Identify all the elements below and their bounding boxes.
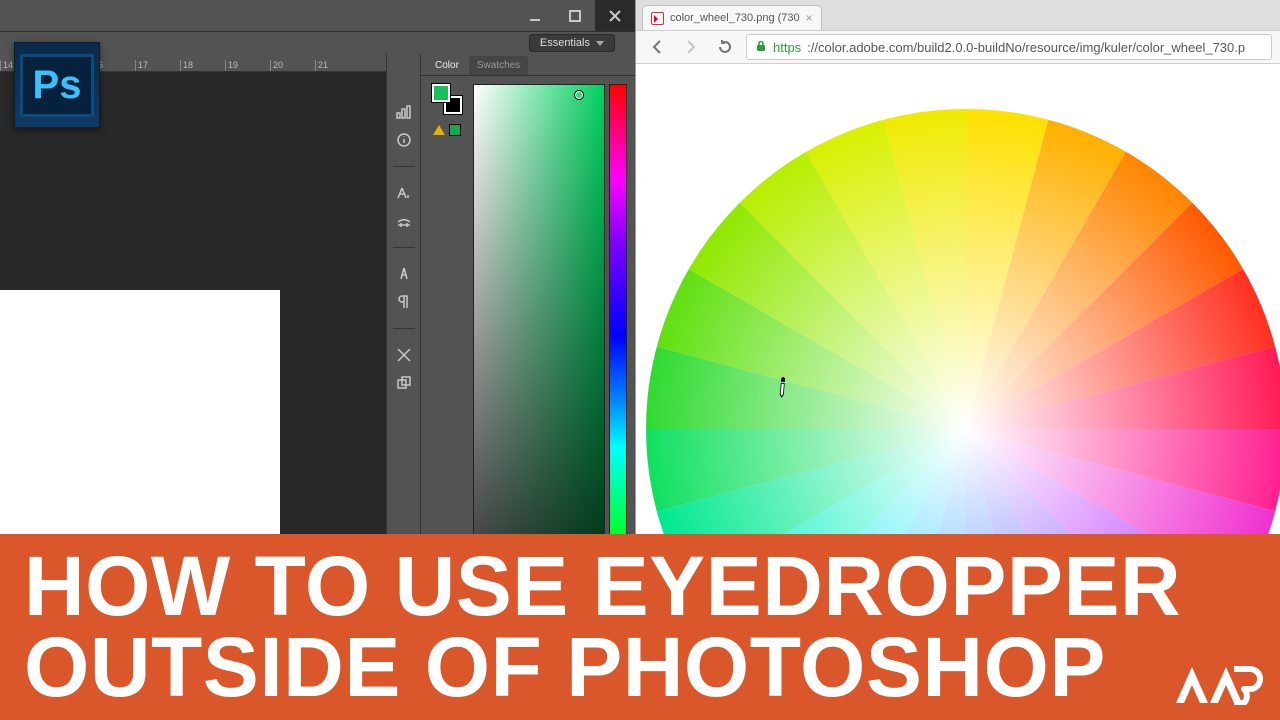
crossed-tools-icon[interactable]: [390, 343, 418, 367]
tab-title: color_wheel_730.png (730: [670, 12, 800, 24]
window-titlebar: [0, 0, 635, 32]
chevron-down-icon: [596, 41, 604, 46]
tab-color[interactable]: Color: [427, 56, 467, 75]
workspace-label: Essentials: [540, 37, 590, 49]
gamut-swatch: [449, 124, 461, 136]
photoshop-logo: Ps: [14, 42, 100, 128]
gamut-warning[interactable]: [433, 124, 461, 136]
brush-settings-icon[interactable]: [390, 209, 418, 233]
browser-tab[interactable]: color_wheel_730.png (730 ×: [642, 5, 822, 30]
title-banner: HOW TO USE EYEDROPPER OUTSIDE OF PHOTOSH…: [0, 534, 1280, 720]
reload-button[interactable]: [712, 34, 738, 60]
clone-source-icon[interactable]: [390, 371, 418, 395]
warning-icon: [433, 125, 445, 135]
minimize-button[interactable]: [515, 0, 555, 31]
url-field[interactable]: https ://color.adobe.com/build2.0.0-build…: [746, 34, 1272, 60]
histogram-icon[interactable]: [390, 100, 418, 124]
lock-icon: [755, 40, 767, 55]
para-style-icon[interactable]: [390, 290, 418, 314]
forward-button[interactable]: [678, 34, 704, 60]
char-style-icon[interactable]: [390, 262, 418, 286]
maximize-button[interactable]: [555, 0, 595, 31]
url-rest: ://color.adobe.com/build2.0.0-buildNo/re…: [807, 40, 1245, 55]
banner-title: HOW TO USE EYEDROPPER OUTSIDE OF PHOTOSH…: [24, 546, 1181, 707]
favicon-icon: [651, 12, 664, 25]
sv-cursor: [574, 90, 584, 100]
close-button[interactable]: [595, 0, 635, 31]
fg-bg-swatch[interactable]: [432, 84, 462, 114]
close-tab-icon[interactable]: ×: [806, 11, 813, 25]
url-scheme: https: [773, 40, 801, 55]
back-button[interactable]: [644, 34, 670, 60]
tab-swatches[interactable]: Swatches: [469, 56, 528, 75]
character-icon[interactable]: [390, 181, 418, 205]
tab-strip: color_wheel_730.png (730 ×: [636, 0, 1280, 30]
foreground-color-swatch[interactable]: [432, 84, 450, 102]
channel-logo: [1174, 663, 1264, 710]
address-bar: https ://color.adobe.com/build2.0.0-build…: [636, 30, 1280, 64]
info-icon[interactable]: [390, 128, 418, 152]
workspace-switcher[interactable]: Essentials: [529, 34, 615, 52]
